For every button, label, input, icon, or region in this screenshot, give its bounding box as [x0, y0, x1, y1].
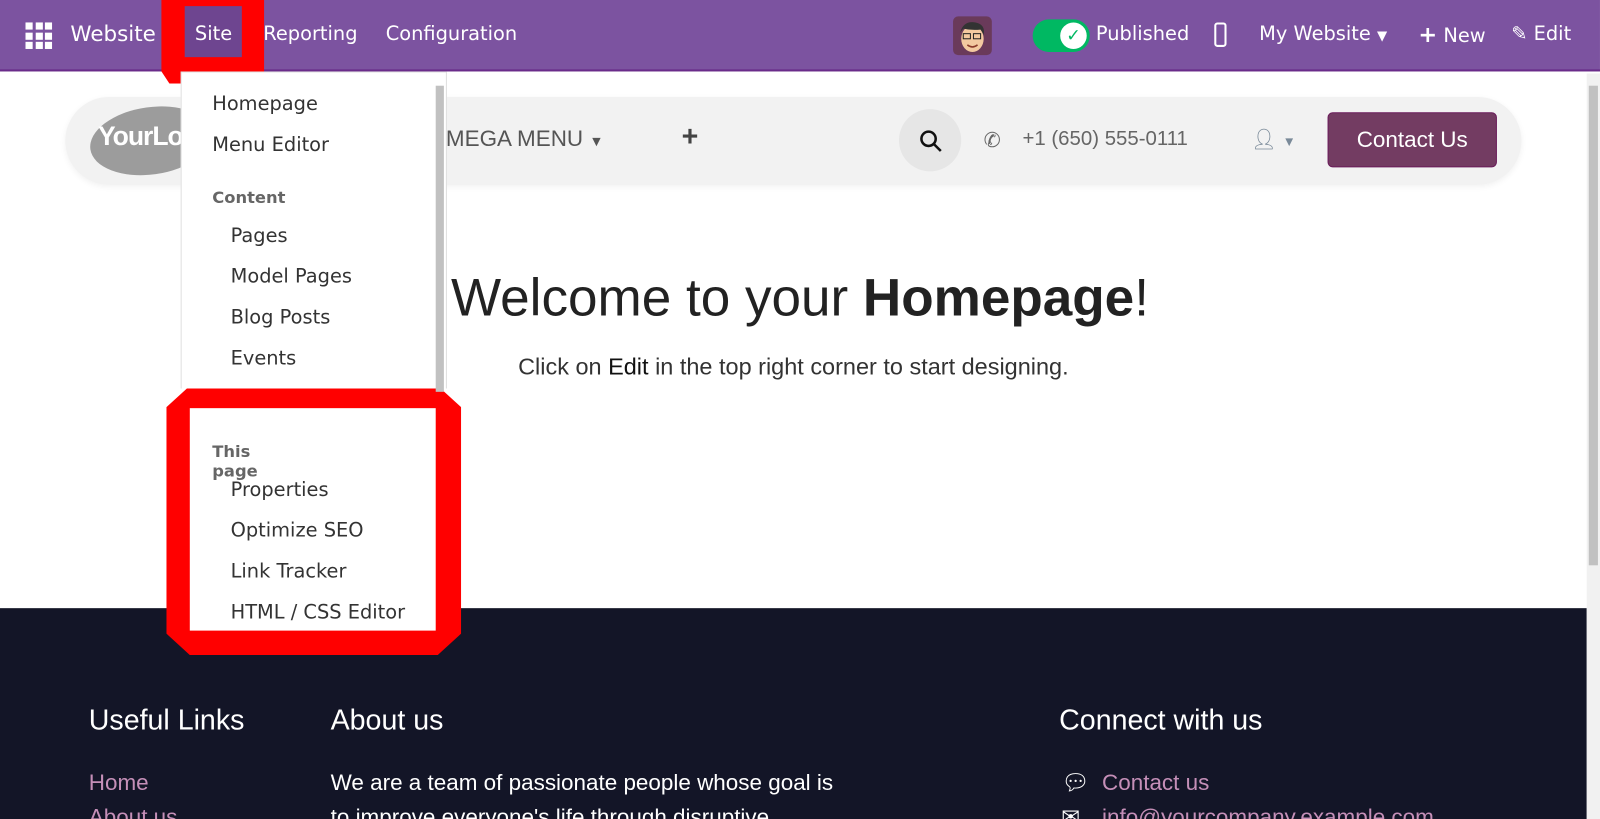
plus-icon: + [1418, 22, 1438, 48]
page-scrollbar[interactable] [1586, 73, 1600, 819]
contact-us-button[interactable]: Contact Us [1327, 112, 1497, 168]
app-name[interactable]: Website [70, 21, 155, 45]
menu-item-blog-posts[interactable]: Blog Posts [231, 306, 331, 328]
edit-button[interactable]: ✎ Edit [1511, 22, 1571, 44]
menu-item-pages[interactable]: Pages [231, 224, 288, 246]
sub-suffix: in the top right corner to start designi… [648, 353, 1069, 380]
menu-item-menu-editor[interactable]: Menu Editor [212, 134, 329, 156]
phone-number[interactable]: +1 (650) 555-0111 [1022, 128, 1187, 151]
menu-item-homepage[interactable]: Homepage [212, 93, 318, 115]
menu-item-properties[interactable]: Properties [231, 479, 329, 501]
new-label: New [1443, 24, 1486, 47]
footer-email[interactable]: info@yourcompany.example.com [1102, 804, 1434, 819]
menu-item-link-tracker[interactable]: Link Tracker [231, 560, 347, 582]
content-header: Content [212, 187, 286, 208]
menu-configuration[interactable]: Configuration [386, 22, 517, 44]
mega-menu-label: MEGA MENU [445, 125, 584, 152]
menu-item-html-css-editor[interactable]: HTML / CSS Editor [231, 601, 406, 623]
about-title: About us [330, 704, 444, 736]
user-icon: 👤︎ [1251, 128, 1277, 152]
edit-label: Edit [1533, 22, 1572, 45]
envelope-icon: ✉ [1061, 804, 1081, 819]
about-text-line: to improve everyone's life through disru… [330, 804, 770, 819]
website-selector[interactable]: My Website ▼ [1259, 22, 1387, 44]
check-icon: ✓ [1060, 22, 1087, 49]
hero-title-suffix: ! [1134, 268, 1149, 328]
add-menu-icon[interactable]: + [682, 120, 699, 153]
comment-icon: 💬︎ [1061, 769, 1090, 795]
footer-link-about[interactable]: About us [89, 804, 178, 819]
published-status: Published [1095, 22, 1190, 45]
website-selector-label: My Website [1259, 22, 1371, 45]
mega-menu[interactable]: MEGA MENU ▼ [446, 126, 604, 153]
phone-icon: ✆ [983, 129, 1001, 153]
caret-down-icon: ▼ [1376, 28, 1388, 44]
footer-link-home[interactable]: Home [89, 769, 149, 796]
menu-site-label[interactable]: Site [195, 22, 232, 44]
footer-contact-us[interactable]: Contact us [1102, 769, 1209, 796]
connect-title: Connect with us [1059, 704, 1263, 736]
search-button[interactable] [898, 109, 962, 172]
user-avatar[interactable] [953, 16, 992, 56]
caret-down-icon: ▼ [1282, 133, 1296, 149]
about-text-line: We are a team of passionate people whose… [330, 769, 834, 795]
menu-item-optimize-seo[interactable]: Optimize SEO [231, 519, 364, 541]
new-button[interactable]: + New [1418, 22, 1485, 48]
apps-grid-icon[interactable] [25, 22, 53, 49]
published-toggle[interactable]: ✓ [1032, 19, 1090, 53]
useful-links-title: Useful Links [88, 704, 245, 736]
menu-item-model-pages[interactable]: Model Pages [231, 265, 352, 287]
sub-bold: Edit [608, 353, 649, 380]
caret-down-icon: ▼ [589, 132, 604, 149]
mobile-preview-icon[interactable] [1214, 22, 1227, 47]
user-menu[interactable]: 👤︎ ▼ [1251, 127, 1296, 153]
sub-prefix: Click on [518, 353, 609, 380]
hero-title-bold: Homepage [862, 268, 1135, 328]
this-page-header: This page [212, 441, 258, 481]
pencil-icon: ✎ [1511, 22, 1528, 45]
menu-item-events[interactable]: Events [231, 347, 297, 369]
menu-reporting[interactable]: Reporting [263, 22, 357, 44]
dropdown-scrollbar[interactable] [434, 73, 446, 400]
search-icon [919, 130, 942, 152]
hero-title-prefix: Welcome to your [451, 268, 863, 328]
